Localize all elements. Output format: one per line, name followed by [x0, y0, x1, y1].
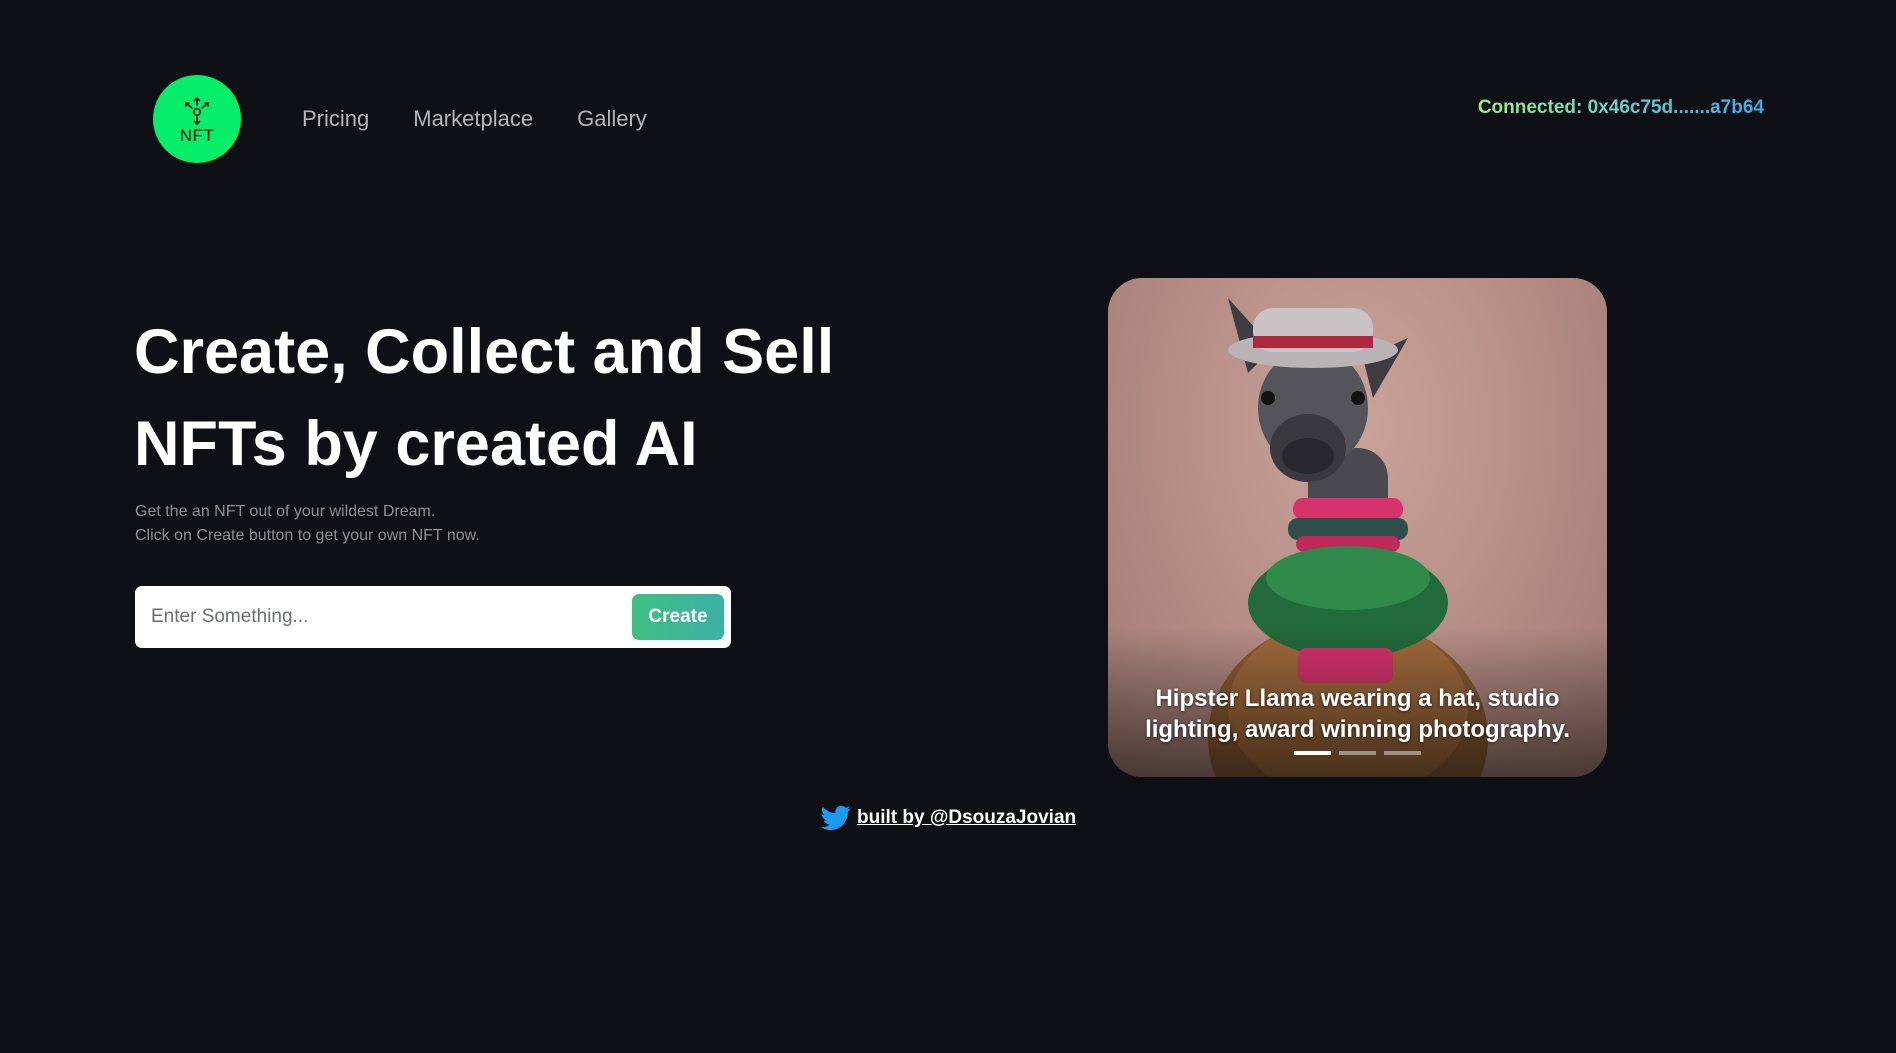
- carousel-dot-2[interactable]: [1339, 751, 1376, 755]
- carousel-dot-1[interactable]: [1294, 751, 1331, 755]
- hero-title-line-2: NFTs by created AI: [134, 409, 698, 479]
- nft-carousel[interactable]: Hipster Llama wearing a hat, studio ligh…: [1108, 278, 1607, 777]
- carousel-indicators: [1294, 751, 1421, 755]
- author-link[interactable]: built by @DsouzaJovian: [857, 807, 1076, 829]
- logo-text: NFT: [179, 126, 215, 145]
- carousel-dot-3[interactable]: [1384, 751, 1421, 755]
- main-nav: Pricing Marketplace Gallery: [302, 106, 647, 132]
- network-icon: [185, 96, 209, 126]
- page: NFT Pricing Marketplace Gallery Connecte…: [0, 0, 1896, 1053]
- hero-title: Create, Collect and Sell NFTs by created…: [134, 306, 894, 490]
- wallet-status[interactable]: Connected: 0x46c75d.......a7b64: [1478, 97, 1764, 119]
- prompt-input[interactable]: [151, 606, 632, 628]
- nft-logo[interactable]: NFT: [153, 75, 241, 163]
- nav-gallery[interactable]: Gallery: [577, 106, 647, 132]
- nav-marketplace[interactable]: Marketplace: [413, 106, 533, 132]
- carousel-caption: Hipster Llama wearing a hat, studio ligh…: [1145, 685, 1570, 743]
- create-button[interactable]: Create: [632, 594, 724, 640]
- prompt-form: Create: [135, 586, 731, 648]
- footer-credit: built by @DsouzaJovian: [821, 805, 1076, 831]
- twitter-icon: [821, 805, 851, 830]
- hero-subtitle: Get the an NFT out of your wildest Dream…: [135, 500, 480, 548]
- hero-subtitle-line-1: Get the an NFT out of your wildest Dream…: [135, 503, 436, 520]
- nav-pricing[interactable]: Pricing: [302, 106, 369, 132]
- hero-title-line-1: Create, Collect and Sell: [134, 317, 835, 387]
- hero-subtitle-line-2: Click on Create button to get your own N…: [135, 527, 480, 544]
